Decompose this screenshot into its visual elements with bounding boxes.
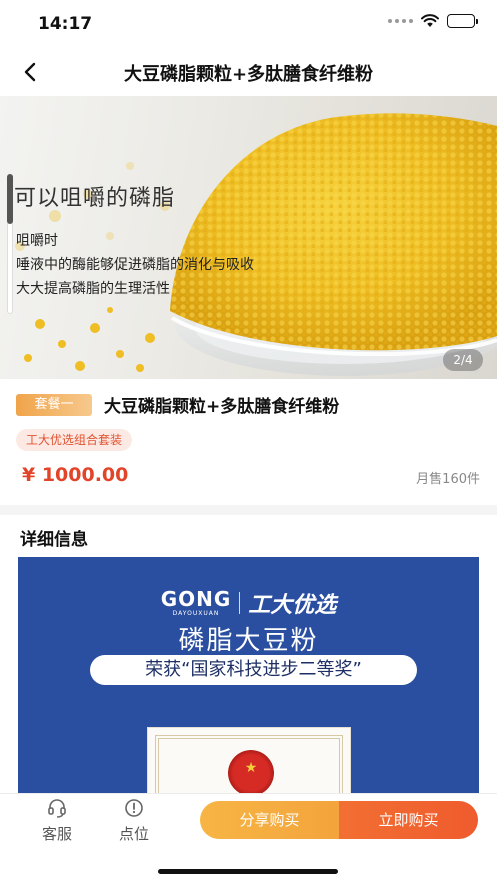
product-image-carousel[interactable]: 可以咀嚼的磷脂 咀嚼时 唾液中的酶能够促进磷脂的消化与吸收 大大提高磷脂的生理活… — [0, 96, 497, 379]
brand-logo: GONG DAYOUXUAN 工大优选 — [18, 587, 479, 619]
location-button[interactable]: 点位 — [109, 797, 159, 844]
section-divider — [0, 505, 497, 515]
banner-text-line: 咀嚼时 — [16, 233, 58, 249]
detail-section-title: 详细信息 — [20, 530, 88, 550]
customer-service-label: 客服 — [41, 825, 72, 843]
banner-scroll-indicator — [7, 174, 13, 314]
award-banner: 荣获“国家科技进步二等奖” — [90, 655, 417, 685]
national-emblem-icon: ★ — [228, 750, 274, 793]
detail-poster: GONG DAYOUXUAN 工大优选 磷脂大豆粉 荣获“国家科技进步二等奖” … — [18, 557, 479, 793]
combo-badge: 工大优选组合套装 — [16, 429, 133, 451]
banner-text-line: 唾液中的酶能够促进磷脂的消化与吸收 — [16, 257, 254, 273]
package-tag: 套餐一 — [16, 394, 92, 416]
alert-circle-icon — [125, 799, 143, 817]
headset-icon — [48, 799, 66, 818]
brand-logo-cn: 工大优选 — [248, 592, 337, 618]
status-bar: 14:17 — [0, 0, 497, 48]
product-info: 套餐一 大豆磷脂颗粒+多肽膳食纤维粉 工大优选组合套装 ¥ 1000.00 月售… — [0, 379, 497, 505]
page-title: 大豆磷脂颗粒+多肽膳食纤维粉 — [123, 64, 374, 85]
buy-now-button[interactable]: 立即购买 — [339, 801, 478, 839]
banner-headline: 可以咀嚼的磷脂 — [14, 186, 176, 211]
home-indicator — [158, 869, 338, 874]
carousel-page-indicator: 2/4 — [443, 349, 483, 371]
poster-title: 磷脂大豆粉 — [178, 626, 319, 656]
signal-icon — [388, 19, 413, 23]
monthly-sales: 月售160件 — [416, 472, 480, 487]
bottom-action-bar: 客服 点位 分享购买 立即购买 — [0, 793, 497, 883]
share-buy-button[interactable]: 分享购买 — [200, 801, 339, 839]
banner-text-line: 大大提高磷脂的生理活性 — [16, 281, 170, 297]
nav-bar: 大豆磷脂颗粒+多肽膳食纤维粉 — [0, 48, 497, 96]
product-title: 大豆磷脂颗粒+多肽膳食纤维粉 — [104, 397, 340, 417]
product-price: ¥ 1000.00 — [22, 464, 129, 486]
customer-service-button[interactable]: 客服 — [32, 797, 82, 844]
location-label: 点位 — [118, 825, 149, 843]
status-icons — [388, 14, 478, 28]
wifi-icon — [421, 14, 439, 27]
brand-logo-en: GONG DAYOUXUAN — [160, 587, 232, 617]
battery-icon — [447, 14, 478, 28]
soy-lecithin-granules-photo — [15, 113, 497, 376]
status-time: 14:17 — [38, 14, 93, 34]
certificate-image: ★ — [147, 727, 351, 793]
